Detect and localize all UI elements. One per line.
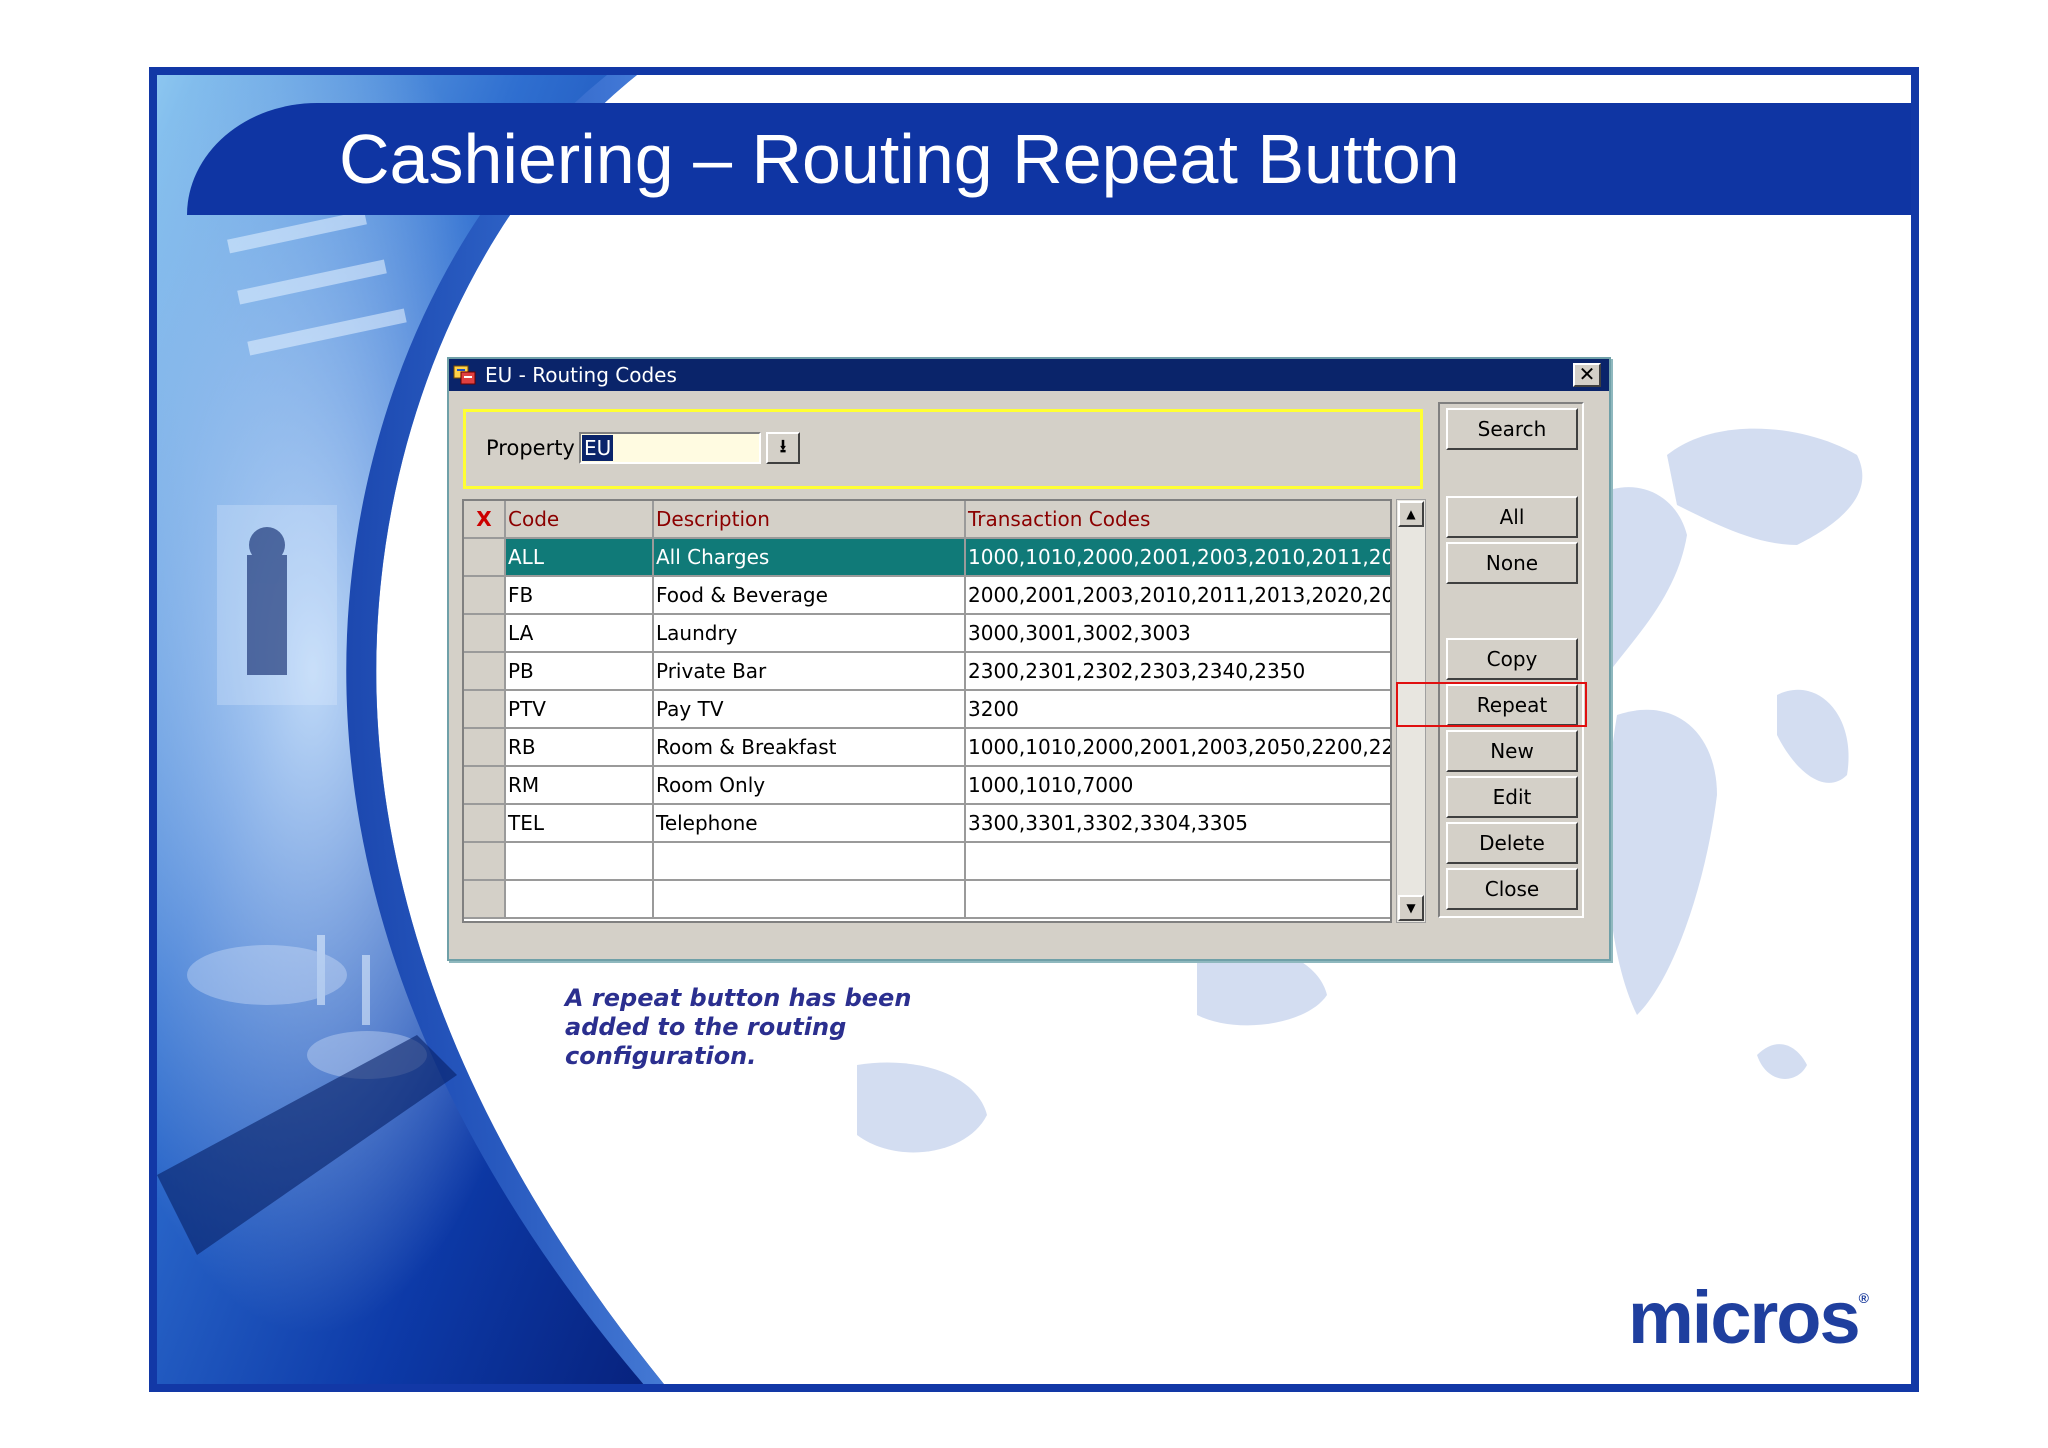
cell-transaction-codes[interactable] [966, 843, 1390, 879]
routing-codes-dialog: EU - Routing Codes ✕ Property EU ⭳ X Cod… [447, 357, 1611, 961]
cell-transaction-codes[interactable] [966, 881, 1390, 917]
cell-code[interactable]: RM [506, 767, 654, 803]
title-bar: Cashiering – Routing Repeat Button [187, 103, 1911, 215]
slide-title: Cashiering – Routing Repeat Button [339, 120, 1460, 198]
table-row[interactable]: PTV Pay TV 3200 [464, 691, 1390, 729]
micros-logo: micros® [1628, 1278, 1869, 1358]
row-selector[interactable] [464, 881, 506, 917]
row-selector[interactable] [464, 653, 506, 689]
cell-code[interactable]: RB [506, 729, 654, 765]
table-row[interactable]: RM Room Only 1000,1010,7000 [464, 767, 1390, 805]
table-row[interactable]: RB Room & Breakfast 1000,1010,2000,2001,20… [464, 729, 1390, 767]
scroll-up-icon[interactable]: ▲ [1398, 501, 1424, 527]
cell-transaction-codes[interactable]: 2000,2001,2003,2010,2011,2013,2020,20 [966, 577, 1390, 613]
table-row[interactable]: LA Laundry 3000,3001,3002,3003 [464, 615, 1390, 653]
row-selector[interactable] [464, 539, 506, 575]
dropdown-arrow-icon[interactable]: ⭳ [766, 432, 800, 464]
row-selector[interactable] [464, 691, 506, 727]
cell-description[interactable] [654, 843, 966, 879]
column-header-code[interactable]: Code [506, 501, 654, 537]
cell-description[interactable]: Room & Breakfast [654, 729, 966, 765]
property-filter-area: Property EU ⭳ [463, 409, 1423, 489]
cell-transaction-codes[interactable]: 1000,1010,2000,2001,2003,2010,2011,20 [966, 539, 1390, 575]
copy-button[interactable]: Copy [1446, 638, 1578, 680]
table-header: X Code Description Transaction Codes [464, 501, 1390, 539]
cell-code[interactable] [506, 881, 654, 917]
delete-button[interactable]: Delete [1446, 822, 1578, 864]
cell-code[interactable]: FB [506, 577, 654, 613]
cell-transaction-codes[interactable]: 3200 [966, 691, 1390, 727]
edit-button[interactable]: Edit [1446, 776, 1578, 818]
cell-code[interactable]: PB [506, 653, 654, 689]
column-header-transaction-codes[interactable]: Transaction Codes [966, 501, 1390, 537]
cell-description[interactable]: Telephone [654, 805, 966, 841]
cell-transaction-codes[interactable]: 3300,3301,3302,3304,3305 [966, 805, 1390, 841]
row-selector[interactable] [464, 577, 506, 613]
new-button[interactable]: New [1446, 730, 1578, 772]
repeat-button-highlight-frame [1396, 682, 1587, 727]
row-selector[interactable] [464, 843, 506, 879]
row-selector[interactable] [464, 767, 506, 803]
scroll-down-icon[interactable]: ▼ [1398, 895, 1424, 921]
cell-code[interactable] [506, 843, 654, 879]
cell-description[interactable] [654, 881, 966, 917]
dialog-titlebar: EU - Routing Codes ✕ [449, 359, 1609, 391]
table-row[interactable] [464, 881, 1390, 919]
logo-text: micros [1628, 1276, 1861, 1359]
row-selector[interactable] [464, 729, 506, 765]
slide-caption: A repeat button has been added to the ro… [565, 984, 912, 1070]
property-input-value: EU [582, 435, 614, 461]
cell-transaction-codes[interactable]: 1000,1010,7000 [966, 767, 1390, 803]
cell-description[interactable]: All Charges [654, 539, 966, 575]
table-row[interactable]: PB Private Bar 2300,2301,2302,2303,2340,23… [464, 653, 1390, 691]
table-row[interactable]: ALL All Charges 1000,1010,2000,2001,2003,2… [464, 539, 1390, 577]
cell-code[interactable]: LA [506, 615, 654, 651]
property-input[interactable]: EU [579, 432, 761, 464]
cell-transaction-codes[interactable]: 2300,2301,2302,2303,2340,2350 [966, 653, 1390, 689]
cell-code[interactable]: PTV [506, 691, 654, 727]
dialog-title: EU - Routing Codes [485, 363, 677, 387]
cell-code[interactable]: TEL [506, 805, 654, 841]
registered-mark: ® [1858, 1290, 1869, 1306]
cell-transaction-codes[interactable]: 3000,3001,3002,3003 [966, 615, 1390, 651]
cell-description[interactable]: Food & Beverage [654, 577, 966, 613]
none-button[interactable]: None [1446, 542, 1578, 584]
search-button[interactable]: Search [1446, 408, 1578, 450]
cell-description[interactable]: Laundry [654, 615, 966, 651]
row-selector[interactable] [464, 615, 506, 651]
cell-description[interactable]: Room Only [654, 767, 966, 803]
close-button[interactable]: Close [1446, 868, 1578, 910]
cell-code[interactable]: ALL [506, 539, 654, 575]
app-icon [453, 365, 476, 385]
delete-marker-header: X [464, 501, 506, 537]
table-row[interactable] [464, 843, 1390, 881]
column-header-description[interactable]: Description [654, 501, 966, 537]
cell-description[interactable]: Pay TV [654, 691, 966, 727]
property-label: Property [486, 436, 575, 460]
button-panel: Search All None Copy Repeat New Edit Del… [1438, 402, 1584, 918]
cell-description[interactable]: Private Bar [654, 653, 966, 689]
table-row[interactable]: FB Food & Beverage 2000,2001,2003,2010,201… [464, 577, 1390, 615]
all-button[interactable]: All [1446, 496, 1578, 538]
close-window-button[interactable]: ✕ [1573, 363, 1601, 387]
routing-codes-table: X Code Description Transaction Codes ALL… [462, 499, 1392, 923]
table-row[interactable]: TEL Telephone 3300,3301,3302,3304,3305 [464, 805, 1390, 843]
cell-transaction-codes[interactable]: 1000,1010,2000,2001,2003,2050,2200,22 [966, 729, 1390, 765]
row-selector[interactable] [464, 805, 506, 841]
